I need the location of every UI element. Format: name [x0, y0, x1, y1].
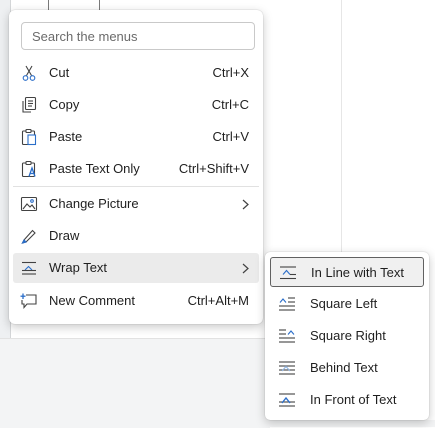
- change-picture-icon: [19, 194, 39, 214]
- square-right-icon: [277, 327, 297, 345]
- paste-icon: [19, 127, 39, 147]
- submenu-item-label: Behind Text: [310, 360, 378, 375]
- menu-item-label: Cut: [49, 65, 70, 80]
- shortcut-text: Ctrl+X: [212, 65, 249, 80]
- ruler-mark: [99, 0, 100, 10]
- square-left-icon: [277, 295, 297, 313]
- menu-item-copy[interactable]: Copy Ctrl+C: [13, 90, 259, 120]
- document-background: [0, 420, 435, 427]
- menu-item-label: New Comment: [49, 293, 135, 308]
- menu-item-cut[interactable]: Cut Ctrl+X: [13, 58, 259, 88]
- draw-pen-icon: [19, 226, 39, 246]
- in-front-of-text-icon: [277, 391, 297, 409]
- context-menu: Cut Ctrl+X Copy Ctrl+C Paste Ctrl+V: [9, 10, 263, 324]
- menu-item-label: Draw: [49, 228, 80, 243]
- shortcut-text: Ctrl+Alt+M: [187, 293, 249, 308]
- submenu-item-label: Square Left: [310, 296, 378, 311]
- menu-item-label: Change Picture: [49, 196, 139, 211]
- menu-item-label: Wrap Text: [49, 260, 108, 275]
- shortcut-text: Ctrl+C: [211, 97, 249, 112]
- menu-item-label: Paste: [49, 129, 83, 144]
- menu-item-new-comment[interactable]: New Comment Ctrl+Alt+M: [13, 286, 259, 316]
- submenu-item-label: Square Right: [310, 328, 386, 343]
- menu-item-paste-text-only[interactable]: Paste Text Only Ctrl+Shift+V: [13, 154, 259, 184]
- menu-item-label: Paste Text Only: [49, 161, 140, 176]
- behind-text-icon: [277, 359, 297, 377]
- submenu-item-in-line-with-text[interactable]: In Line with Text: [270, 257, 424, 287]
- menu-item-change-picture[interactable]: Change Picture: [13, 189, 259, 219]
- page-edge: [341, 0, 342, 255]
- submenu-item-behind-text[interactable]: Behind Text: [270, 353, 424, 383]
- scissors-icon: [19, 63, 39, 83]
- menu-item-paste[interactable]: Paste Ctrl+V: [13, 122, 259, 152]
- menu-item-draw[interactable]: Draw: [13, 221, 259, 251]
- shortcut-text: Ctrl+V: [212, 129, 249, 144]
- copy-icon: [19, 95, 39, 115]
- chevron-right-icon: [239, 194, 253, 214]
- document-background: [0, 338, 270, 428]
- ruler-mark: [48, 0, 49, 10]
- submenu-item-square-right[interactable]: Square Right: [270, 321, 424, 351]
- paste-text-only-icon: [19, 159, 39, 179]
- menu-item-label: Copy: [49, 97, 80, 112]
- submenu-item-square-left[interactable]: Square Left: [270, 289, 424, 319]
- menu-separator: [13, 186, 259, 187]
- in-line-with-text-icon: [278, 264, 298, 282]
- submenu-item-label: In Line with Text: [311, 265, 404, 280]
- wrap-text-submenu: In Line with Text Square Left Square Rig…: [265, 252, 429, 420]
- search-menus-input[interactable]: [21, 22, 255, 50]
- submenu-item-label: In Front of Text: [310, 392, 397, 407]
- submenu-item-in-front-of-text[interactable]: In Front of Text: [270, 385, 424, 415]
- wrap-text-icon: [19, 258, 39, 278]
- chevron-right-icon: [239, 258, 253, 278]
- new-comment-icon: [19, 291, 39, 311]
- shortcut-text: Ctrl+Shift+V: [178, 161, 249, 176]
- menu-item-wrap-text[interactable]: Wrap Text: [13, 253, 259, 283]
